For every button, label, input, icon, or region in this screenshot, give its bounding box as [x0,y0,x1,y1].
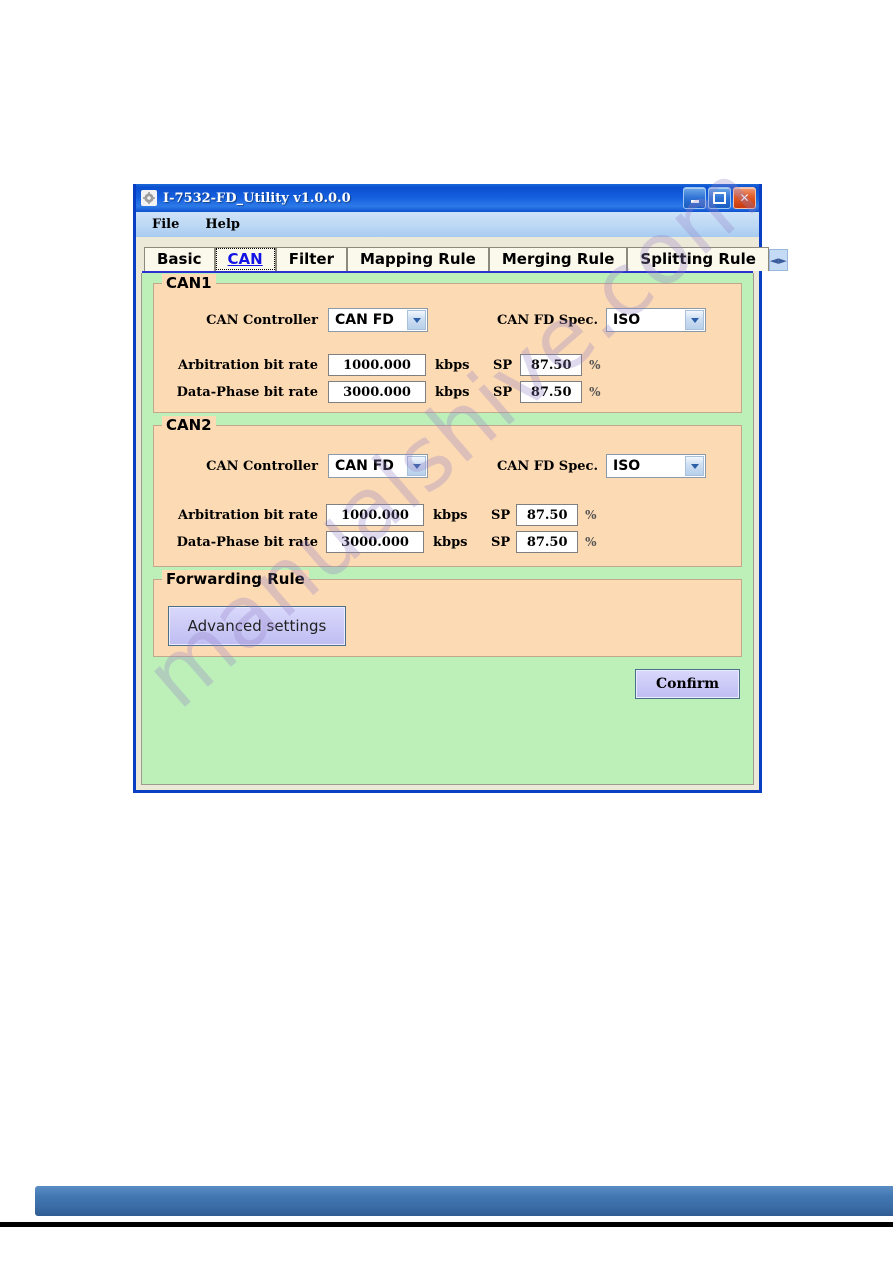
can2-controller-select[interactable]: CAN FD [328,454,428,478]
can1-spec-label: CAN FD Spec. [496,312,598,328]
confirm-button[interactable]: Confirm [635,669,740,699]
group-can1: CAN1 CAN Controller CAN FD CAN FD Spec. … [153,274,742,413]
can2-arbitration-sp-unit: % [585,508,597,522]
page-root: I-7532-FD_Utility v1.0.0.0 ✕ File Help B… [0,0,893,1263]
can2-controller-value: CAN FD [335,458,394,474]
group-forwarding-rule-title: Forwarding Rule [162,570,309,588]
can1-arbitration-sp-input[interactable]: 87.50 [520,354,583,376]
can2-spec-select[interactable]: ISO [606,454,706,478]
tab-strip: Basic CAN Filter Mapping Rule Merging Ru… [141,241,788,271]
can2-dataphase-sp-unit: % [585,535,597,549]
can1-arbitration-label: Arbitration bit rate [178,357,318,373]
tab-basic[interactable]: Basic [144,247,215,271]
gear-icon [141,190,157,206]
tab-page-can: CAN1 CAN Controller CAN FD CAN FD Spec. … [141,273,754,785]
can2-arbitration-unit: kbps [433,507,468,523]
can1-controller-label: CAN Controller [206,312,318,328]
can2-arbitration-sp-label: SP [491,507,511,523]
can2-spec-value: ISO [613,458,641,474]
can1-dataphase-label: Data-Phase bit rate [176,384,318,400]
client-area: Basic CAN Filter Mapping Rule Merging Ru… [136,237,788,790]
can1-spec-select[interactable]: ISO [606,308,706,332]
title-bar[interactable]: I-7532-FD_Utility v1.0.0.0 ✕ [136,184,759,212]
group-can2: CAN2 CAN Controller CAN FD CAN FD Spec. … [153,416,742,567]
tab-merging-rule[interactable]: Merging Rule [488,247,628,271]
can2-arbitration-input[interactable]: 1000.000 [326,504,424,526]
can1-controller-select[interactable]: CAN FD [328,308,428,332]
footer-divider [0,1222,893,1227]
chevron-down-icon[interactable] [685,456,704,476]
can1-dataphase-sp-unit: % [589,385,601,399]
can1-dataphase-sp-label: SP [493,384,513,400]
can2-arbitration-sp-input[interactable]: 87.50 [516,504,579,526]
chevron-left-icon[interactable]: ◄ [770,255,778,266]
tab-can[interactable]: CAN [214,247,276,271]
can1-dataphase-input[interactable]: 3000.000 [328,381,426,403]
menu-item-file[interactable]: File [152,217,179,232]
close-icon[interactable]: ✕ [733,187,756,209]
can1-spec-value: ISO [613,312,641,328]
chevron-down-icon[interactable] [407,310,426,330]
footer-actions: Confirm [153,669,740,699]
can1-arbitration-sp-label: SP [493,357,513,373]
can2-controller-label: CAN Controller [206,458,318,474]
can2-dataphase-sp-input[interactable]: 87.50 [516,531,579,553]
group-forwarding-rule: Forwarding Rule Advanced settings [153,570,742,657]
tab-host: Basic CAN Filter Mapping Rule Merging Ru… [141,241,788,785]
can1-controller-value: CAN FD [335,312,394,328]
can2-spec-label: CAN FD Spec. [496,458,598,474]
can1-arbitration-unit: kbps [435,357,470,373]
can1-arbitration-input[interactable]: 1000.000 [328,354,426,376]
advanced-settings-button[interactable]: Advanced settings [168,606,346,646]
can2-dataphase-label: Data-Phase bit rate [176,534,318,550]
maximize-icon[interactable] [708,187,731,209]
chevron-right-icon[interactable]: ► [778,255,786,266]
menu-item-help[interactable]: Help [205,217,240,232]
minimize-icon[interactable] [683,187,706,209]
window-controls: ✕ [683,187,756,209]
chevron-down-icon[interactable] [407,456,426,476]
can1-dataphase-sp-input[interactable]: 87.50 [520,381,583,403]
can2-dataphase-input[interactable]: 3000.000 [326,531,424,553]
can2-dataphase-unit: kbps [433,534,468,550]
tab-scroll-buttons[interactable]: ◄ ► [768,249,788,271]
can1-dataphase-unit: kbps [435,384,470,400]
window-title: I-7532-FD_Utility v1.0.0.0 [163,190,351,206]
can2-arbitration-label: Arbitration bit rate [178,507,318,523]
tab-mapping-rule[interactable]: Mapping Rule [346,247,489,271]
tab-filter[interactable]: Filter [275,247,347,271]
can1-arbitration-sp-unit: % [589,358,601,372]
group-can1-title: CAN1 [162,274,216,292]
application-window: I-7532-FD_Utility v1.0.0.0 ✕ File Help B… [133,184,788,793]
chevron-down-icon[interactable] [685,310,704,330]
menu-bar: File Help [136,212,759,238]
can2-dataphase-sp-label: SP [491,534,511,550]
group-can2-title: CAN2 [162,416,216,434]
footer-banner [35,1186,893,1216]
tab-splitting-rule[interactable]: Splitting Rule [627,247,769,271]
